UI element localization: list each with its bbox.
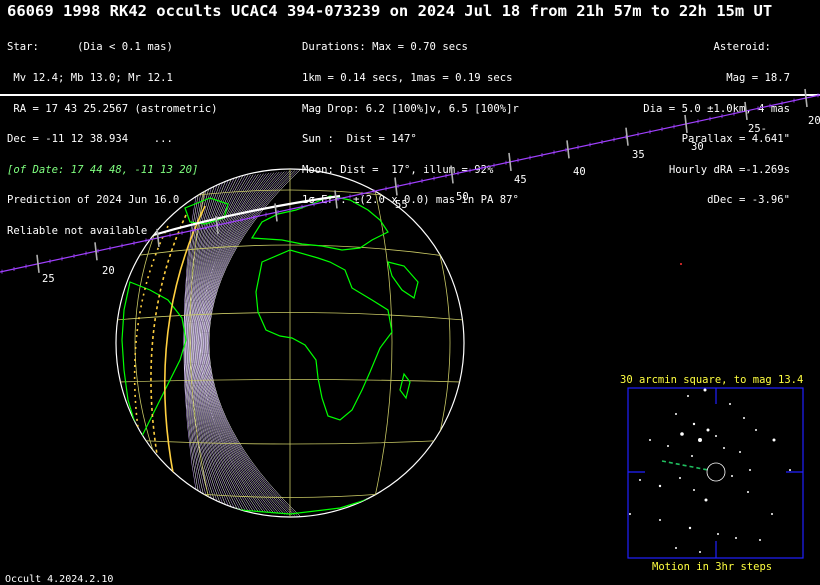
shading-line [203,171,280,515]
finder-star [687,395,689,397]
longitude-line [371,177,393,511]
track-labels: 25 20 55 50 45 40 35 30 25- 20 [42,115,820,285]
finder-star [698,438,702,442]
track-label: 50 [456,191,469,203]
track-major-tick [625,127,629,146]
moon-marker [680,263,682,265]
finder-star [706,428,710,432]
shading-line [183,180,199,506]
track-major-tick [450,165,454,184]
finder-star [692,422,696,426]
shading-line [207,170,295,516]
globe-grid [116,169,464,517]
track-major-tick [804,88,808,108]
finder-star [704,498,708,502]
shading-line [203,172,277,514]
track-label: 40 [573,166,586,178]
finder-star [715,435,717,437]
track-major-tick [36,254,40,273]
shading-line [202,172,275,514]
finder-star [789,469,791,471]
track-major-tick [334,190,338,209]
finder-star [693,489,695,491]
track-major-tick [744,101,748,121]
finder-star [688,526,692,530]
track-label: 25 [42,273,55,285]
finder-star [749,469,751,471]
finder-star [759,539,761,541]
finder-star [679,477,681,479]
finder-star [735,537,737,539]
finder-star [659,519,661,521]
track-label: 55 [395,199,408,211]
asteroid-track [0,88,820,274]
finder-star [747,491,749,493]
track-label: 45 [514,174,527,186]
track-major-tick [566,140,570,159]
finder-title: 30 arcmin square, to mag 13.4 [620,374,804,386]
finder-star [691,455,693,457]
track-label: 20 [102,265,115,277]
finder-stars [629,388,791,553]
track-major-tick [394,177,398,196]
asteroid-motion-line [661,460,709,471]
finder-star [639,479,641,481]
track-major-tick [684,114,688,134]
version-label: Occult 4.2024.2.10 [5,574,114,585]
track-major-tick [156,228,160,247]
shading-line [208,170,298,516]
finder-star [629,513,631,515]
track-label: 25- [748,123,767,135]
longitude-line [429,219,451,471]
finder-star [743,417,745,419]
finder-star [723,447,725,449]
shading-line [206,170,290,516]
finder-star [675,413,677,415]
finder-chart [627,387,804,559]
shading-line [200,173,267,513]
track-label: 35 [632,149,645,161]
finder-star [772,438,776,442]
madagascar-coast [399,372,411,400]
finder-star [729,403,731,405]
finder-star [755,429,757,431]
occultation-diagram: 25 20 55 50 45 40 35 30 25- 20 [0,88,820,559]
finder-star [699,551,701,553]
finder-star [667,445,669,447]
track-label: 20 [808,115,820,127]
finder-star [675,547,677,549]
latitude-line [127,439,455,445]
path-south-limit [133,225,169,493]
finder-star [731,475,733,477]
europe-coast [250,195,389,251]
finder-star [658,484,662,488]
shading-line [208,169,301,517]
track-major-tick [508,152,512,172]
finder-footer: Motion in 3hr steps [652,561,773,573]
finder-star [771,513,773,515]
africa-coast [255,249,393,421]
finder-star [649,439,651,441]
track-major-tick [94,242,98,261]
track-label: 30 [691,141,704,153]
arabia-coast [387,261,419,299]
finder-star [739,451,741,453]
latitude-line [119,244,459,259]
finder-star [680,432,684,436]
finder-star [717,533,719,535]
finder-star [703,388,707,392]
finder-frame [627,387,804,559]
target-star-circle [706,462,726,482]
